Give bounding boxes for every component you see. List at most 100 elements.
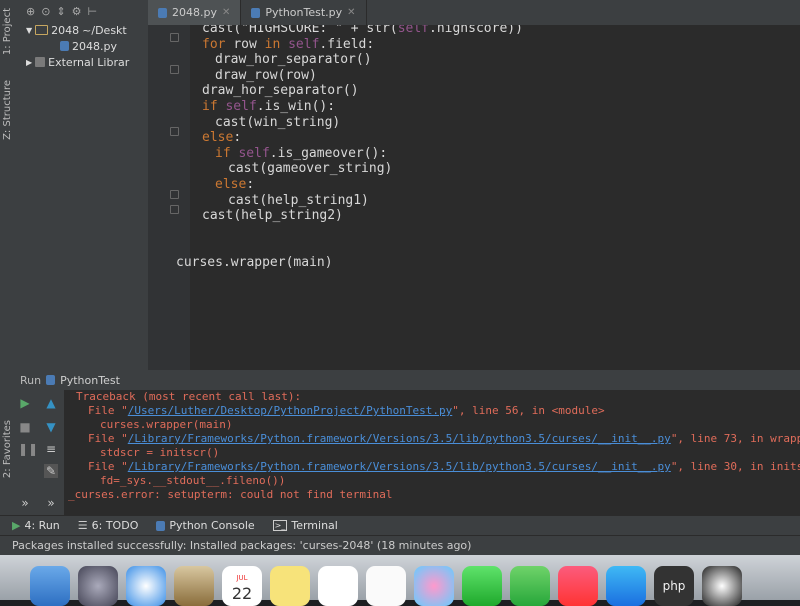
tree-external-label: External Librar — [48, 55, 130, 69]
frame-3-link[interactable]: /Library/Frameworks/Python.framework/Ver… — [128, 460, 671, 473]
tree-file-label: 2048.py — [72, 39, 117, 53]
collapse-icon[interactable]: ⇕ — [56, 5, 65, 18]
fold-marker-icon[interactable] — [170, 33, 179, 42]
frame-1-code: curses.wrapper(main) — [100, 418, 233, 431]
fold-marker-icon[interactable] — [170, 205, 179, 214]
music-icon[interactable] — [558, 566, 598, 606]
frame-prefix: File " — [88, 460, 128, 473]
code-line: cast(gameover_string) — [228, 161, 393, 177]
code-line: draw_row(row) — [215, 67, 317, 83]
project-tool-tab[interactable]: 1: Project — [2, 8, 13, 55]
editor-tab-bar: 2048.py ✕ PythonTest.py ✕ — [148, 0, 800, 26]
gear-icon[interactable]: ⚙ — [72, 5, 82, 18]
mail-icon[interactable] — [174, 566, 214, 606]
tab-label: PythonTest.py — [265, 6, 343, 19]
more-icon[interactable]: » — [18, 496, 32, 510]
fold-marker-icon[interactable] — [170, 127, 179, 136]
chevron-down-icon[interactable]: ▼ — [26, 26, 32, 35]
app-store-icon[interactable] — [606, 566, 646, 606]
preview-icon[interactable] — [366, 566, 406, 606]
frame-suffix: ", line 73, in wrapper — [670, 432, 800, 445]
python-console-icon — [156, 520, 166, 531]
pause-icon[interactable]: ❚❚ — [18, 442, 38, 456]
run-config-name[interactable]: PythonTest — [60, 374, 120, 387]
python-file-icon — [46, 375, 56, 385]
calendar-icon[interactable]: JUL 22 — [222, 566, 262, 606]
error-line: _curses.error: setupterm: could not find… — [68, 488, 393, 501]
run-label: Run — [20, 373, 42, 387]
tab-python-console[interactable]: Python Console — [156, 519, 255, 532]
more-icon[interactable]: » — [44, 496, 58, 510]
traceback-frame-1: File "/Users/Luther/Desktop/PythonProjec… — [88, 404, 605, 417]
run-console[interactable]: Traceback (most recent call last): File … — [64, 390, 800, 515]
expand-icon[interactable]: ⊕ — [26, 5, 35, 18]
structure-tool-tab[interactable]: Z: Structure — [2, 80, 13, 140]
tab-run-label: 4: Run — [24, 519, 60, 532]
photos-icon[interactable] — [414, 566, 454, 606]
launchpad-icon[interactable] — [78, 566, 118, 606]
frame-3-code: fd=_sys.__stdout__.fileno()) — [100, 474, 286, 487]
tab-2048[interactable]: 2048.py ✕ — [148, 0, 242, 25]
python-file-icon — [251, 7, 261, 18]
scroll-from-source-icon[interactable]: ⊙ — [41, 5, 50, 18]
frame-2-code: stdscr = initscr() — [100, 446, 220, 459]
stop-icon[interactable]: ■ — [18, 420, 32, 434]
tab-label: 2048.py — [172, 6, 217, 19]
code-line: else: — [215, 177, 255, 192]
tree-external[interactable]: ▶ External Librar — [20, 54, 148, 70]
qq-icon[interactable] — [702, 566, 742, 606]
tab-run[interactable]: ▶ 4: Run — [12, 519, 60, 532]
safari-icon[interactable] — [126, 566, 166, 606]
tab-todo[interactable]: ☰ 6: TODO — [78, 519, 139, 532]
arrow-up-icon[interactable]: ▲ — [44, 396, 58, 410]
chevron-right-icon[interactable]: ▶ — [26, 58, 32, 67]
terminal-icon: >_ — [272, 520, 288, 531]
code-line: draw_hor_separator() — [202, 83, 359, 99]
code-line: if self.is_gameover(): — [215, 145, 388, 161]
php-watermark-icon: php — [654, 566, 694, 606]
tab-terminal[interactable]: >_ Terminal — [272, 519, 338, 532]
tree-file[interactable]: 2048.py — [20, 38, 148, 54]
fold-marker-icon[interactable] — [170, 190, 179, 199]
frame-prefix: File " — [88, 432, 128, 445]
folder-icon — [35, 25, 49, 35]
code-line: curses.wrapper(main) — [176, 255, 333, 270]
project-panel: ▼ 2048 ~/Deskt 2048.py ▶ External Librar — [20, 22, 148, 372]
code-line: if self.is_win(): — [202, 99, 336, 114]
close-icon[interactable]: ✕ — [222, 7, 230, 18]
notes-icon[interactable] — [270, 566, 310, 606]
traceback-frame-3: File "/Library/Frameworks/Python.framewo… — [88, 460, 800, 473]
code-editor[interactable]: cast("HIGHSCORE: " + str(self.highscore)… — [148, 25, 800, 370]
frame-suffix: ", line 56, in <module> — [452, 404, 605, 417]
finder-icon[interactable] — [30, 566, 70, 606]
tab-terminal-label: Terminal — [291, 519, 338, 532]
code-line: cast(help_string1) — [228, 192, 369, 208]
code-line: else: — [202, 130, 242, 146]
hide-icon[interactable]: ⊢ — [88, 5, 98, 18]
tab-pythontest[interactable]: PythonTest.py ✕ — [241, 0, 367, 25]
traceback-header: Traceback (most recent call last): — [76, 390, 302, 403]
pin-icon[interactable]: ✎ — [44, 464, 58, 478]
run-panel-header: Run PythonTest — [12, 370, 800, 390]
frame-1-link[interactable]: /Users/Luther/Desktop/PythonProject/Pyth… — [128, 404, 453, 417]
traceback-frame-2: File "/Library/Frameworks/Python.framewo… — [88, 432, 800, 445]
soft-wrap-icon[interactable]: ≡ — [44, 442, 58, 456]
reminders-icon[interactable] — [318, 566, 358, 606]
rerun-icon[interactable]: ▶ — [18, 396, 32, 410]
facetime-icon[interactable] — [510, 566, 550, 606]
todo-icon: ☰ — [77, 519, 88, 532]
run-toolbar: ▶ ▲ ■ ▼ ❚❚ ≡ ✎ » » — [12, 390, 64, 515]
arrow-down-icon[interactable]: ▼ — [44, 420, 58, 434]
close-icon[interactable]: ✕ — [347, 7, 355, 18]
frame-prefix: File " — [88, 404, 128, 417]
frame-2-link[interactable]: /Library/Frameworks/Python.framework/Ver… — [128, 432, 671, 445]
tree-root[interactable]: ▼ 2048 ~/Deskt — [20, 22, 148, 38]
status-message[interactable]: Packages installed successfully: Install… — [12, 539, 471, 552]
fold-marker-icon[interactable] — [170, 65, 179, 74]
code-line: cast("HIGHSCORE: " + str(self.highscore)… — [202, 25, 523, 36]
tab-todo-label: 6: TODO — [91, 519, 139, 532]
macos-dock: JUL 22 php — [0, 555, 800, 606]
messages-icon[interactable] — [462, 566, 502, 606]
tree-root-label: 2048 — [51, 23, 80, 37]
code-line: cast(win_string) — [215, 114, 341, 130]
